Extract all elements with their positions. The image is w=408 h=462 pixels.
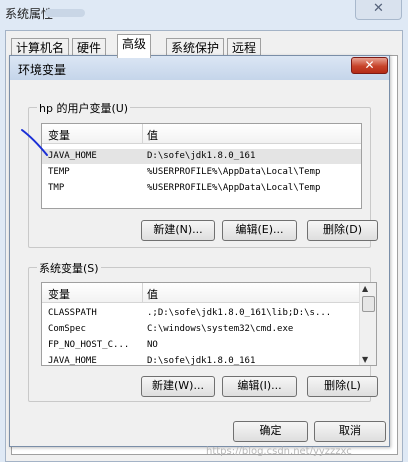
system-delete-button[interactable]: 删除(L): [307, 376, 378, 397]
variable-name: FP_NO_HOST_C...: [48, 340, 130, 350]
list-item[interactable]: TEMP %USERPROFILE%\AppData\Local\Temp: [42, 165, 361, 180]
list-item[interactable]: TMP %USERPROFILE%\AppData\Local\Temp: [42, 181, 361, 196]
scroll-up-icon[interactable]: ▲: [362, 284, 368, 293]
ok-button[interactable]: 确定: [233, 421, 308, 442]
scroll-down-icon[interactable]: ▼: [362, 355, 368, 364]
variable-value: D:\sofe\jdk1.8.0_161: [147, 356, 256, 366]
system-properties-close-button[interactable]: ✕: [355, 0, 402, 20]
system-variables-label: 系统变量(S): [37, 260, 101, 276]
tab-advanced[interactable]: 高级: [117, 34, 152, 58]
column-header-variable[interactable]: 变量: [48, 127, 70, 143]
variable-name: ComSpec: [48, 324, 86, 334]
watermark-text: https://blog.csdn.net/yyzzzxc: [206, 446, 352, 457]
variable-value: %USERPROFILE%\AppData\Local\Temp: [147, 183, 321, 193]
close-icon: ✕: [364, 58, 375, 72]
dialog-titlebar: [10, 56, 389, 80]
variable-value: NO: [147, 340, 158, 350]
dialog-title: 环境变量: [18, 63, 67, 77]
environment-variables-dialog: 环境变量 ✕ hp 的用户变量(U) 变量 值 JAVA_HOME D:\sof…: [9, 55, 390, 447]
system-list-scrollbar[interactable]: ▲ ▼: [359, 283, 376, 365]
system-list-header: 变量 值: [42, 283, 360, 303]
scrollbar-thumb[interactable]: [362, 296, 375, 312]
close-icon: ✕: [373, 1, 384, 16]
variable-name: TEMP: [48, 167, 70, 177]
system-variables-list[interactable]: 变量 值 CLASSPATH .;D:\sofe\jdk1.8.0_161\li…: [41, 282, 377, 366]
variable-name: TMP: [48, 183, 65, 193]
user-list-header: 变量 值: [42, 124, 361, 144]
system-new-button[interactable]: 新建(W)...: [141, 376, 215, 397]
list-item[interactable]: ComSpec C:\windows\system32\cmd.exe: [42, 322, 360, 337]
variable-value: D:\sofe\jdk1.8.0_161: [147, 151, 256, 161]
column-header-value[interactable]: 值: [147, 127, 158, 143]
list-item[interactable]: JAVA_HOME D:\sofe\jdk1.8.0_161: [42, 149, 361, 164]
dialog-close-button[interactable]: ✕: [351, 57, 388, 74]
user-new-button[interactable]: 新建(N)...: [141, 220, 215, 241]
variable-value: %USERPROFILE%\AppData\Local\Temp: [147, 167, 321, 177]
column-divider[interactable]: [142, 283, 143, 302]
variable-name: JAVA_HOME: [48, 356, 97, 366]
list-item[interactable]: CLASSPATH .;D:\sofe\jdk1.8.0_161\lib;D:\…: [42, 306, 360, 321]
variable-value: .;D:\sofe\jdk1.8.0_161\lib;D:\s...: [147, 308, 332, 318]
variable-value: C:\windows\system32\cmd.exe: [147, 324, 294, 334]
column-header-value[interactable]: 值: [147, 286, 158, 302]
annotation-pen-mark: [21, 129, 48, 156]
user-variables-list[interactable]: 变量 值 JAVA_HOME D:\sofe\jdk1.8.0_161 TEMP…: [41, 123, 362, 209]
cancel-button[interactable]: 取消: [314, 421, 386, 442]
list-item[interactable]: FP_NO_HOST_C... NO: [42, 338, 360, 353]
user-edit-button[interactable]: 编辑(E)...: [222, 220, 297, 241]
variable-name: CLASSPATH: [48, 308, 97, 318]
title-blur: [45, 9, 85, 17]
user-delete-button[interactable]: 删除(D): [307, 220, 378, 241]
user-variables-label: hp 的用户变量(U): [37, 100, 131, 116]
system-edit-button[interactable]: 编辑(I)...: [222, 376, 297, 397]
variable-name: JAVA_HOME: [48, 151, 97, 161]
list-item[interactable]: JAVA_HOME D:\sofe\jdk1.8.0_161: [42, 354, 360, 366]
column-header-variable[interactable]: 变量: [48, 286, 70, 302]
column-divider[interactable]: [142, 124, 143, 143]
